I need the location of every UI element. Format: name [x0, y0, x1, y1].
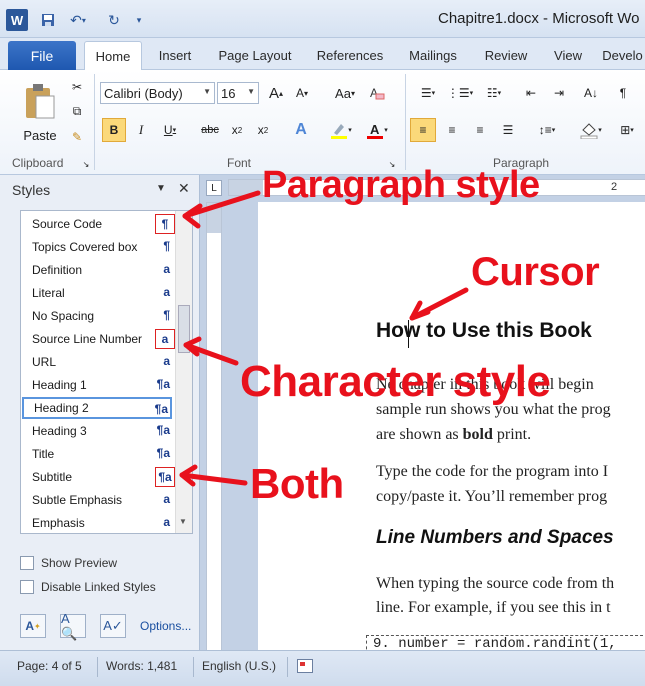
annotation-both: Both: [250, 460, 344, 507]
annotation-cursor: Cursor: [471, 250, 600, 294]
annotation-paragraph-style: Paragraph style: [262, 164, 540, 206]
arrow-paragraph-style: [182, 190, 261, 219]
annotation-arrows: [179, 190, 469, 487]
annotation-character-style: Character style: [240, 357, 551, 406]
